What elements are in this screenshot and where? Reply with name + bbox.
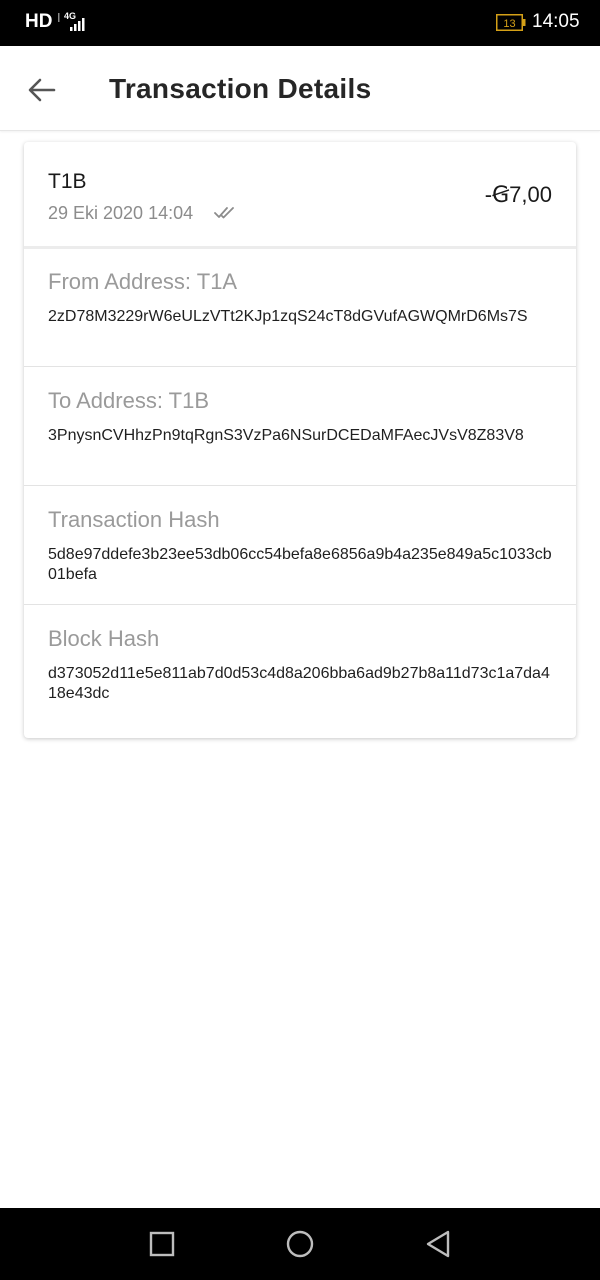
from-address-value[interactable]: 2zD78M3229rW6eULzVTt2KJp1zqS24cT8dGVufAG…: [48, 307, 553, 327]
transaction-card: T1B 29 Eki 2020 14:04 -Ꞡ7,00 From Addres…: [24, 142, 576, 738]
transaction-datetime: 29 Eki 2020 14:04: [48, 203, 194, 223]
status-bar: HD 4G 13 14:05: [0, 0, 600, 46]
status-time: 14:05: [532, 11, 580, 32]
page-title: Transaction Details: [109, 73, 372, 104]
to-address-section: To Address: T1B 3PnysnCVHhzPn9tqRgnS3VzP…: [24, 367, 576, 486]
from-address-section: From Address: T1A 2zD78M3229rW6eULzVTt2K…: [24, 248, 576, 367]
system-nav-bar: [0, 1208, 600, 1280]
to-address-value[interactable]: 3PnysnCVHhzPn9tqRgnS3VzPa6NSurDCEDaMFAec…: [48, 426, 553, 446]
triangle-back-icon[interactable]: [422, 1228, 454, 1260]
transaction-name: T1B: [48, 170, 87, 193]
network-hd-label: HD: [25, 11, 53, 32]
transaction-amount: -Ꞡ7,00: [484, 182, 552, 207]
svg-text:4G: 4G: [64, 11, 76, 21]
double-check-icon: [214, 207, 234, 219]
transaction-hash-label: Transaction Hash: [48, 507, 220, 532]
signal-4g-icon: 4G: [58, 11, 85, 31]
circle-home-icon[interactable]: [284, 1228, 316, 1260]
block-hash-value[interactable]: d373052d11e5e811ab7d0d53c4d8a206bba6ad9b…: [48, 664, 553, 704]
transaction-hash-section: Transaction Hash 5d8e97ddefe3b23ee53db06…: [24, 486, 576, 605]
square-recents-icon[interactable]: [146, 1228, 178, 1260]
app-bar: Transaction Details: [0, 46, 600, 131]
from-address-label: From Address: T1A: [48, 269, 238, 294]
block-hash-section: Block Hash d373052d11e5e811ab7d0d53c4d8a…: [24, 605, 576, 723]
transaction-summary[interactable]: T1B 29 Eki 2020 14:04 -Ꞡ7,00: [24, 142, 576, 249]
battery-icon: 13: [496, 14, 526, 31]
transaction-hash-value[interactable]: 5d8e97ddefe3b23ee53db06cc54befa8e6856a9b…: [48, 545, 553, 585]
svg-text:13: 13: [503, 18, 515, 30]
to-address-label: To Address: T1B: [48, 388, 210, 413]
block-hash-label: Block Hash: [48, 626, 160, 651]
arrow-back-icon[interactable]: [22, 70, 62, 110]
